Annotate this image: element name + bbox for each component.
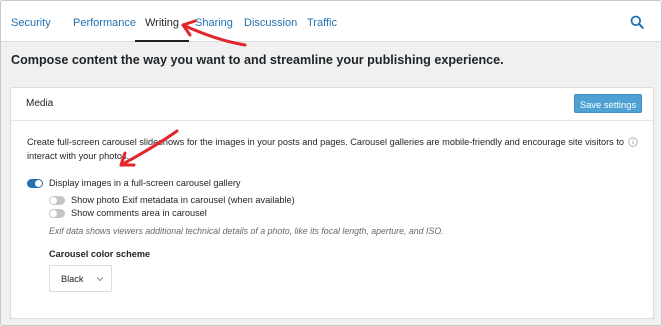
color-scheme-label: Carousel color scheme bbox=[49, 249, 151, 259]
color-scheme-select[interactable]: Black bbox=[49, 265, 112, 292]
exif-toggle[interactable] bbox=[49, 195, 65, 205]
media-card: Media Save settings Create full-screen c… bbox=[10, 87, 654, 319]
tab-writing[interactable]: Writing bbox=[134, 1, 190, 42]
carousel-description: Create full-screen carousel slideshows f… bbox=[27, 137, 624, 161]
exif-toggle-label: Show photo Exif metadata in carousel (wh… bbox=[71, 195, 295, 205]
page-headline: Compose content the way you want to and … bbox=[11, 53, 504, 67]
exif-hint: Exif data shows viewers additional techn… bbox=[49, 226, 444, 236]
settings-window: Security Performance Writing Sharing Dis… bbox=[0, 0, 662, 326]
carousel-toggle-label: Display images in a full-screen carousel… bbox=[49, 178, 241, 188]
chevron-down-icon bbox=[96, 277, 104, 282]
tab-traffic[interactable]: Traffic bbox=[307, 1, 337, 42]
tab-performance[interactable]: Performance bbox=[73, 1, 136, 42]
media-card-header: Media Save settings bbox=[11, 88, 653, 121]
info-icon[interactable] bbox=[628, 137, 638, 147]
tab-sharing[interactable]: Sharing bbox=[195, 1, 233, 42]
save-settings-button[interactable]: Save settings bbox=[574, 94, 642, 113]
toggle-row-exif: Show photo Exif metadata in carousel (wh… bbox=[49, 195, 295, 205]
toggle-row-carousel: Display images in a full-screen carousel… bbox=[27, 178, 241, 188]
comments-toggle-label: Show comments area in carousel bbox=[71, 208, 207, 218]
color-scheme-value: Black bbox=[61, 274, 84, 284]
search-icon[interactable] bbox=[630, 15, 644, 29]
carousel-toggle[interactable] bbox=[27, 178, 43, 188]
tab-security[interactable]: Security bbox=[11, 1, 51, 42]
comments-toggle[interactable] bbox=[49, 208, 65, 218]
settings-tabs: Security Performance Writing Sharing Dis… bbox=[1, 1, 661, 42]
tab-discussion[interactable]: Discussion bbox=[244, 1, 297, 42]
media-card-title: Media bbox=[26, 98, 54, 109]
toggle-row-comments: Show comments area in carousel bbox=[49, 208, 207, 218]
